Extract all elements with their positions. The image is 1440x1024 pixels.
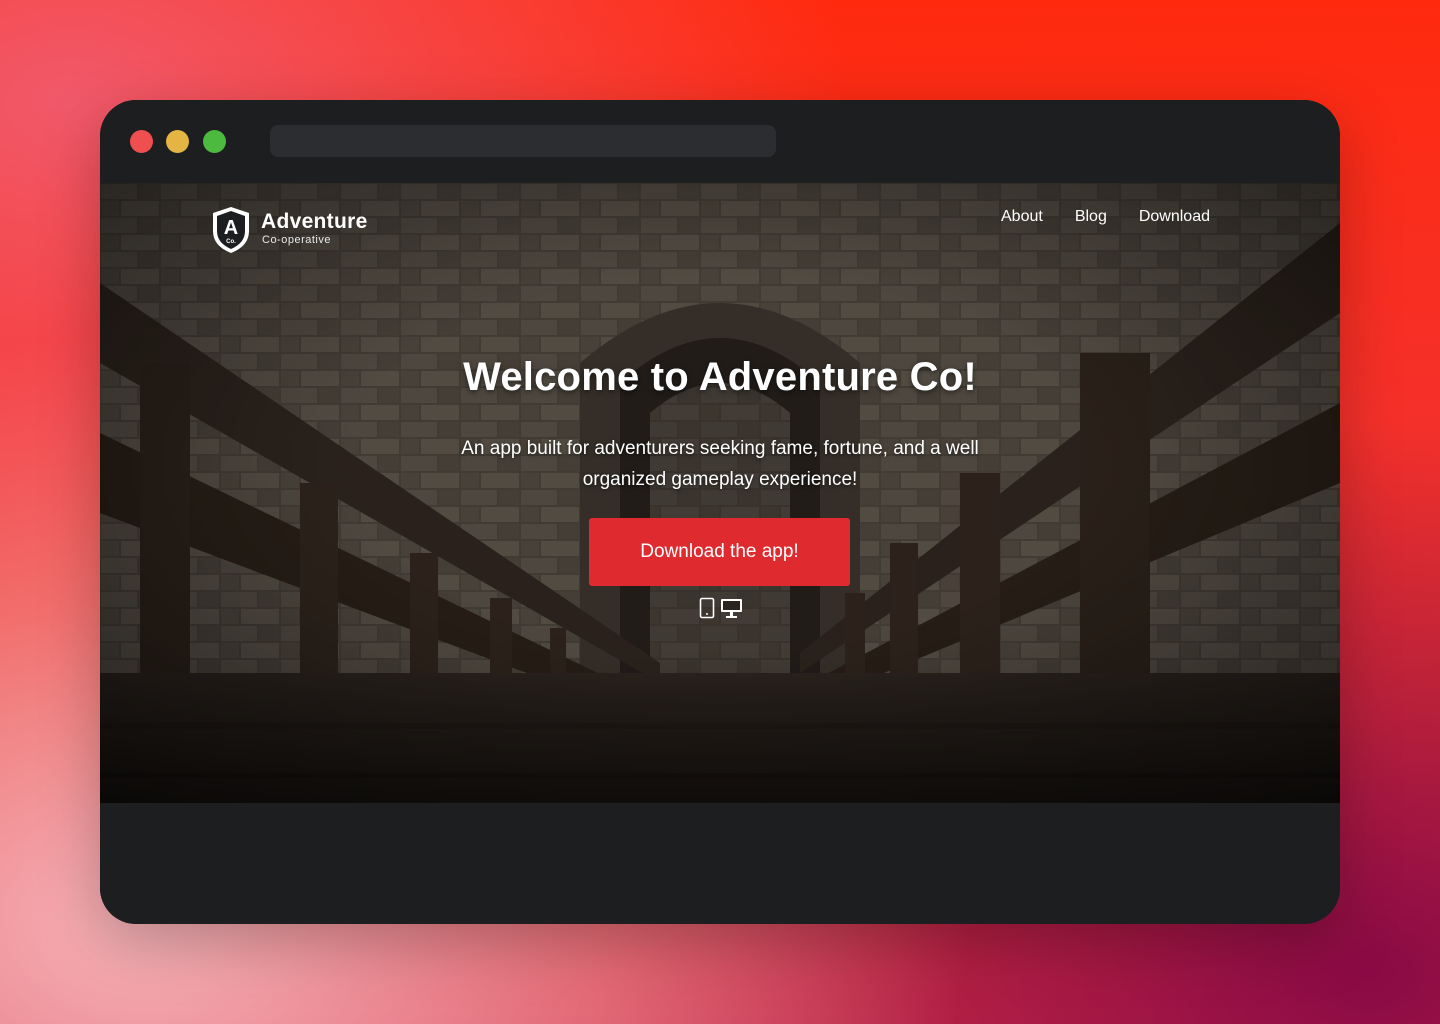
shield-logo-icon: A Co. <box>213 207 249 253</box>
logo-badge-letter: A <box>224 217 238 239</box>
browser-window: A Co. Adventure Co-operative About Blog … <box>100 100 1340 924</box>
brand-name: Adventure <box>261 210 368 233</box>
platform-icons <box>699 597 743 619</box>
brand-tagline: Co-operative <box>262 234 331 246</box>
download-app-button[interactable]: Download the app! <box>589 518 850 586</box>
nav-link-download[interactable]: Download <box>1139 208 1210 226</box>
logo-badge-sub: Co. <box>226 239 236 245</box>
window-titlebar <box>100 100 1340 183</box>
maximize-window-button[interactable] <box>203 130 226 153</box>
hero-title: Welcome to Adventure Co! <box>463 355 977 399</box>
minimize-window-button[interactable] <box>166 130 189 153</box>
close-window-button[interactable] <box>130 130 153 153</box>
hero-section: A Co. Adventure Co-operative About Blog … <box>100 183 1340 803</box>
page-below-hero <box>100 803 1340 924</box>
hero-subtitle: An app built for adventurers seeking fam… <box>461 438 979 490</box>
desktop-monitor-icon <box>721 599 742 618</box>
nav-link-about[interactable]: About <box>1001 208 1043 226</box>
brand-logo[interactable]: A Co. Adventure Co-operative <box>210 205 390 255</box>
main-nav: About Blog Download <box>1001 208 1210 226</box>
nav-link-blog[interactable]: Blog <box>1075 208 1107 226</box>
address-bar[interactable] <box>270 125 776 157</box>
mobile-phone-icon <box>699 597 715 619</box>
